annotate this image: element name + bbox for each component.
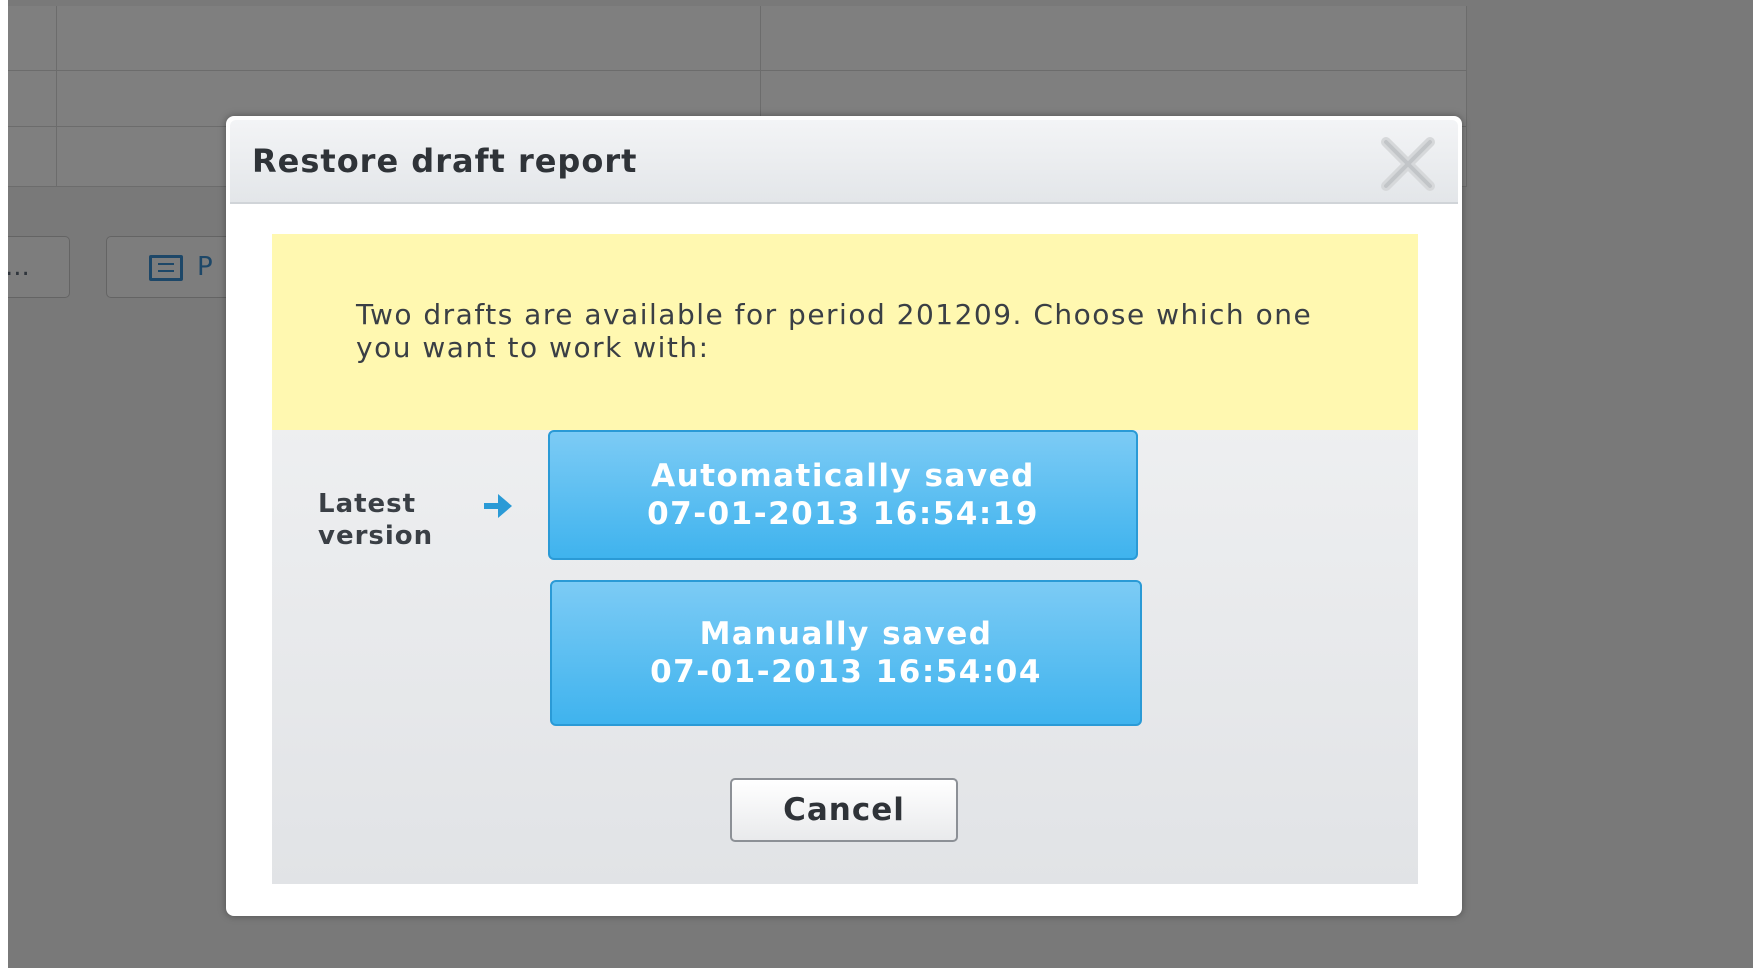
close-icon [1381, 137, 1435, 191]
restore-draft-dialog: Restore draft report Two drafts are avai… [226, 116, 1462, 916]
manual-draft-button[interactable]: Manually saved 07-01-2013 16:54:04 [550, 580, 1142, 726]
notice-text: Two drafts are available for period 2012… [356, 298, 1313, 364]
latest-version-label: Latest version [318, 489, 434, 551]
draft-timestamp: 07-01-2013 16:54:04 [650, 654, 1042, 690]
arrow-right-icon [484, 492, 514, 520]
close-button[interactable] [1376, 136, 1440, 192]
draft-type-label: Automatically saved [651, 458, 1035, 494]
dialog-body: Two drafts are available for period 2012… [272, 234, 1418, 884]
cancel-button[interactable]: Cancel [730, 778, 958, 842]
dialog-title: Restore draft report [252, 142, 638, 180]
left-edge [0, 0, 8, 968]
automatic-draft-button[interactable]: Automatically saved 07-01-2013 16:54:19 [548, 430, 1138, 560]
dialog-header: Restore draft report [230, 120, 1458, 204]
draft-type-label: Manually saved [699, 616, 993, 652]
draft-timestamp: 07-01-2013 16:54:19 [647, 496, 1039, 532]
notice-box: Two drafts are available for period 2012… [272, 234, 1418, 430]
